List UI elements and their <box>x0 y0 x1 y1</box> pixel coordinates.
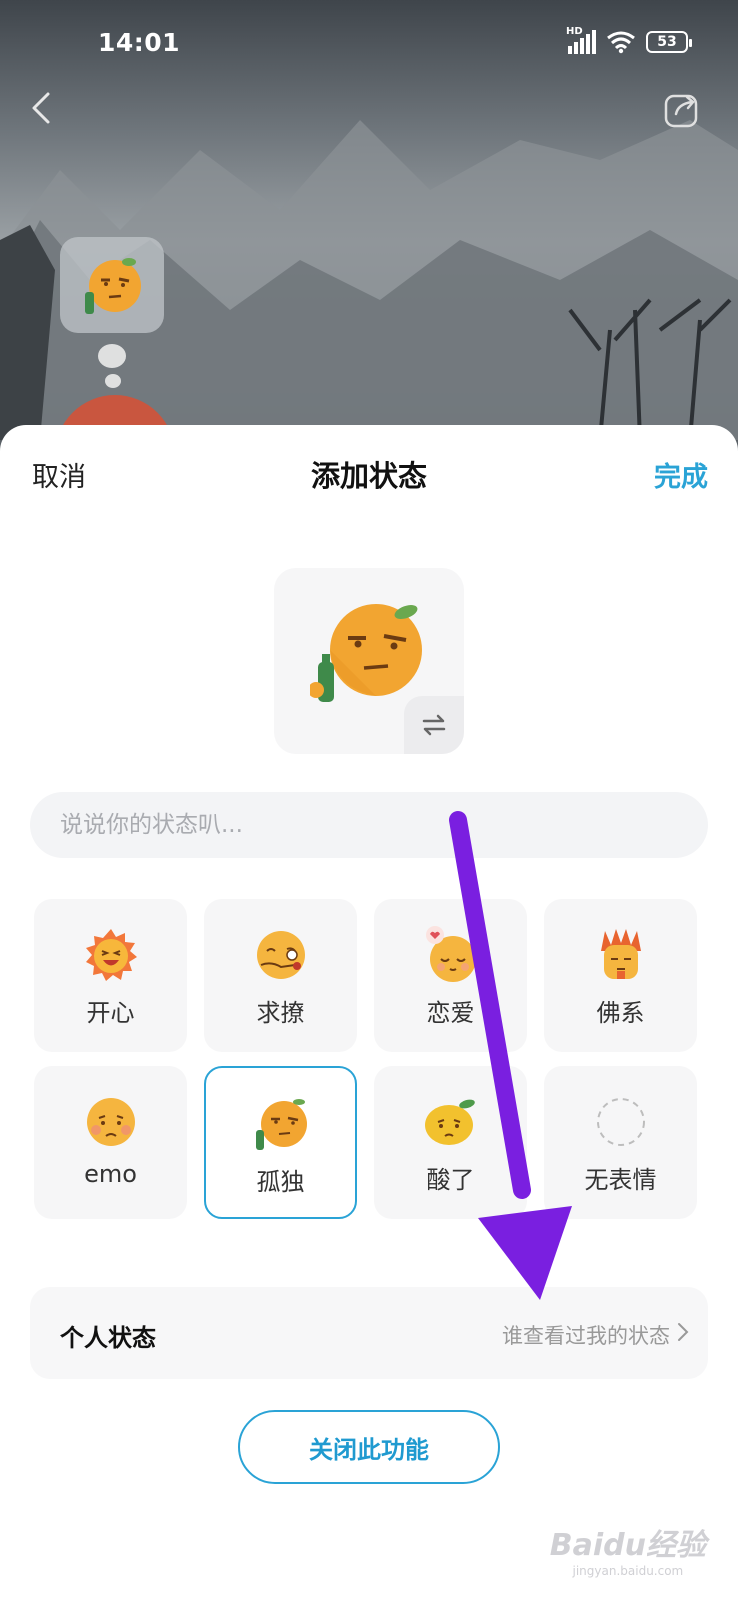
personal-status-title: 个人状态 <box>60 1324 156 1352</box>
share-icon[interactable] <box>662 90 702 130</box>
swap-icon <box>422 714 446 736</box>
mood-label: 佛系 <box>596 999 645 1027</box>
thought-bubble-small <box>105 374 121 388</box>
viewers-link[interactable]: 谁查看过我的状态 <box>502 1320 670 1350</box>
zen-face-icon <box>600 929 641 979</box>
status-text-input[interactable] <box>30 792 708 858</box>
mood-tile-sour[interactable]: 酸了 <box>374 1066 527 1219</box>
done-button[interactable]: 完成 <box>654 455 708 494</box>
battery-icon: 53 <box>646 31 692 53</box>
page-title: 添加状态 <box>310 459 427 493</box>
mood-tile-none[interactable]: 无表情 <box>544 1066 697 1219</box>
flirty-face-icon <box>256 931 305 979</box>
current-status-thumbnail[interactable] <box>60 237 164 333</box>
wifi-icon <box>607 31 635 54</box>
sad-face-icon <box>86 1098 135 1146</box>
mood-tile-zen[interactable]: 佛系 <box>544 899 697 1052</box>
mood-tile-happy[interactable]: 开心 <box>34 899 187 1052</box>
mood-tile-lonely[interactable]: 孤独 <box>204 1066 357 1219</box>
empty-circle-icon <box>596 1098 645 1146</box>
mood-label: emo <box>84 1160 137 1188</box>
mood-label: 孤独 <box>256 1168 305 1196</box>
mood-tile-love[interactable]: 恋爱 <box>374 899 527 1052</box>
mood-label: 无表情 <box>584 1166 657 1194</box>
watermark-url: jingyan.baidu.com <box>572 1564 684 1578</box>
happy-sun-icon <box>85 929 137 981</box>
watermark: Baidu经验 jingyan.baidu.com <box>550 1520 706 1578</box>
status-icons: HD 53 <box>566 26 692 54</box>
mood-label: 求撩 <box>256 999 305 1027</box>
thought-bubble <box>98 344 126 368</box>
sheet-header: 取消 添加状态 完成 <box>0 425 738 515</box>
add-status-sheet: 取消 添加状态 完成 说说你的状态叭... 开心 求撩 恋爱 佛系 emo 孤独… <box>0 425 738 1600</box>
close-feature-button[interactable]: 关闭此功能 <box>238 1410 500 1484</box>
swap-button[interactable] <box>404 696 464 754</box>
lonely-orange-icon <box>255 1099 307 1150</box>
battery-level: 53 <box>657 34 677 50</box>
mood-label: 开心 <box>86 999 135 1027</box>
chevron-left-icon[interactable] <box>24 88 60 128</box>
status-preview[interactable] <box>274 568 464 754</box>
chevron-right-icon <box>678 1323 689 1341</box>
status-time: 14:01 <box>98 28 181 57</box>
status-bar: 14:01 HD 53 <box>0 0 738 90</box>
mood-label: 恋爱 <box>426 999 475 1027</box>
watermark-brand: Baidu经验 <box>549 1528 706 1563</box>
in-love-face-icon <box>425 926 476 982</box>
lonely-orange-icon <box>310 604 422 702</box>
mood-label: 酸了 <box>426 1166 475 1194</box>
mood-tile-flirty[interactable]: 求撩 <box>204 899 357 1052</box>
lonely-orange-icon <box>85 258 141 314</box>
mood-grid: 开心 求撩 恋爱 佛系 emo 孤独 酸了 无表情 <box>34 899 706 1219</box>
personal-status-row[interactable]: 个人状态 谁查看过我的状态 <box>30 1287 708 1379</box>
network-type-label: HD <box>566 26 583 37</box>
mood-tile-emo[interactable]: emo <box>34 1066 187 1219</box>
signal-icon: HD <box>566 26 596 54</box>
sour-lemon-icon <box>424 1099 475 1145</box>
